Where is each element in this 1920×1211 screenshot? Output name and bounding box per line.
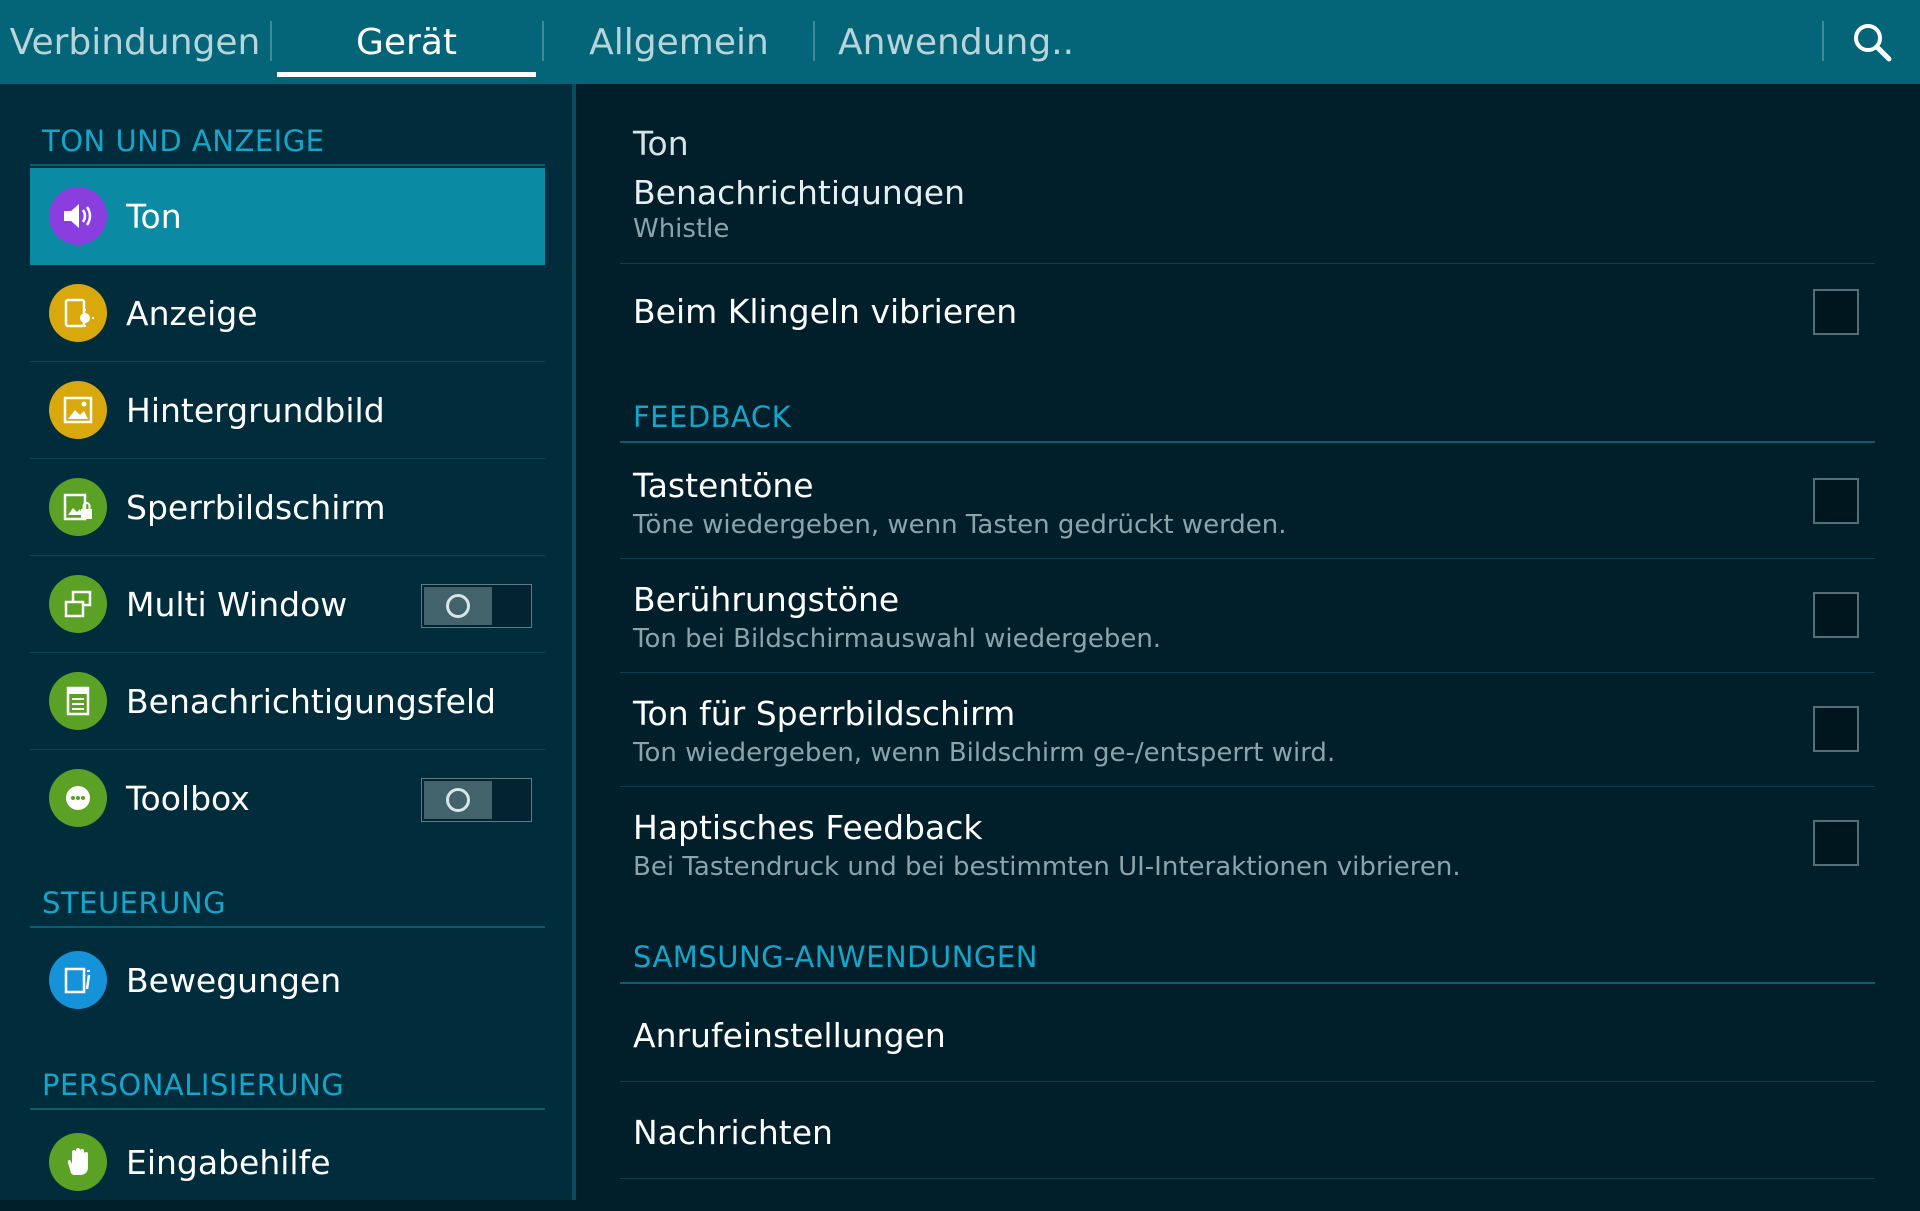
section-divider — [620, 441, 1875, 443]
section-title-samsung-anwendungen: SAMSUNG-ANWENDUNGEN — [633, 940, 1038, 974]
sidebar-item-anzeige[interactable]: Anzeige — [30, 265, 545, 362]
setting-notifications-title[interactable]: Benachrichtigungen — [633, 180, 965, 206]
setting-haptic-feedback-description: Bei Tastendruck und bei bestimmten UI-In… — [633, 852, 1461, 882]
setting-vibrate-on-ring[interactable]: Beim Klingeln vibrieren — [633, 292, 1017, 331]
sidebar-item-toolbox[interactable]: Toolbox — [30, 750, 545, 847]
display-icon — [49, 284, 107, 342]
wallpaper-icon — [49, 381, 107, 439]
vibrate-on-ring-checkbox[interactable] — [1813, 289, 1859, 335]
search-button[interactable] — [1848, 18, 1896, 66]
motions-icon — [49, 951, 107, 1009]
toggle-knob — [424, 587, 492, 625]
sidebar-item-label: Eingabehilfe — [126, 1143, 331, 1182]
sidebar-item-bewegungen[interactable]: Bewegungen — [30, 932, 545, 1029]
tab-verbindungen[interactable]: Verbindungen — [0, 0, 270, 84]
section-title-steuerung: STEUERUNG — [42, 886, 227, 920]
active-tab-indicator — [277, 72, 536, 77]
section-title-feedback: FEEDBACK — [633, 400, 792, 434]
multi-window-toggle[interactable] — [421, 584, 532, 628]
item-divider — [620, 1178, 1875, 1179]
section-divider — [30, 926, 545, 928]
sidebar-item-benachrichtigungsfeld[interactable]: Benachrichtigungsfeld — [30, 653, 545, 750]
sidebar-item-label: Multi Window — [126, 585, 348, 624]
sidebar-item-label: Bewegungen — [126, 961, 342, 1000]
setting-call-settings[interactable]: Anrufeinstellungen — [633, 1016, 946, 1055]
sidebar-item-ton[interactable]: Ton — [30, 168, 545, 265]
sidebar-item-label: Benachrichtigungsfeld — [126, 682, 496, 721]
setting-lockscreen-sound-title[interactable]: Ton für Sperrbildschirm — [633, 694, 1015, 733]
section-title-ton-und-anzeige: TON UND ANZEIGE — [42, 124, 325, 158]
lockscreen-sound-checkbox[interactable] — [1813, 706, 1859, 752]
sidebar-item-eingabehilfe[interactable]: Eingabehilfe — [30, 1114, 545, 1211]
setting-key-tones-title[interactable]: Tastentöne — [633, 466, 814, 505]
setting-haptic-feedback-title[interactable]: Haptisches Feedback — [633, 808, 982, 847]
item-divider — [620, 786, 1875, 787]
sidebar-item-label: Sperrbildschirm — [126, 488, 386, 527]
lockscreen-icon — [49, 478, 107, 536]
item-divider — [620, 672, 1875, 673]
setting-key-tones-description: Töne wiedergeben, wenn Tasten gedrückt w… — [633, 510, 1287, 540]
top-tab-bar: Verbindungen Gerät Allgemein Anwendung.. — [0, 0, 1920, 84]
item-divider — [620, 263, 1875, 264]
setting-lockscreen-sound-description: Ton wiedergeben, wenn Bildschirm ge-/ent… — [633, 738, 1336, 768]
setting-touch-sounds-description: Ton bei Bildschirmauswahl wiedergeben. — [633, 624, 1162, 654]
sidebar-item-multi-window[interactable]: Multi Window — [30, 556, 545, 653]
section-title-personalisierung: PERSONALISIERUNG — [42, 1068, 345, 1102]
sidebar-item-label: Ton — [126, 197, 182, 236]
page-title: Ton — [633, 124, 689, 163]
speaker-icon — [49, 187, 107, 245]
sidebar-item-label: Hintergrundbild — [126, 391, 385, 430]
tab-allgemein[interactable]: Allgemein — [544, 0, 814, 84]
tab-separator — [813, 21, 815, 61]
item-divider — [620, 1081, 1875, 1082]
setting-touch-sounds-title[interactable]: Berührungstöne — [633, 580, 899, 619]
search-icon — [1854, 24, 1892, 62]
tab-separator — [1822, 21, 1824, 61]
key-tones-checkbox[interactable] — [1813, 478, 1859, 524]
sidebar-item-sperrbildschirm[interactable]: Sperrbildschirm — [30, 459, 545, 556]
sidebar-item-hintergrundbild[interactable]: Hintergrundbild — [30, 362, 545, 459]
multi-window-icon — [49, 575, 107, 633]
toolbox-toggle[interactable] — [421, 778, 532, 822]
hand-icon — [49, 1133, 107, 1191]
setting-messages[interactable]: Nachrichten — [633, 1113, 833, 1152]
tab-anwendungen[interactable]: Anwendung.. — [838, 0, 1074, 84]
toggle-knob — [424, 781, 492, 819]
section-divider — [620, 982, 1875, 984]
section-divider — [30, 164, 545, 166]
sidebar-item-label: Toolbox — [126, 779, 250, 818]
haptic-feedback-checkbox[interactable] — [1813, 820, 1859, 866]
sidebar-item-label: Anzeige — [126, 294, 258, 333]
touch-sounds-checkbox[interactable] — [1813, 592, 1859, 638]
tab-separator — [270, 21, 272, 61]
section-divider — [30, 1108, 545, 1110]
setting-notifications-value: Whistle — [633, 214, 730, 244]
toolbox-icon — [49, 769, 107, 827]
notification-panel-icon — [49, 672, 107, 730]
item-divider — [620, 558, 1875, 559]
